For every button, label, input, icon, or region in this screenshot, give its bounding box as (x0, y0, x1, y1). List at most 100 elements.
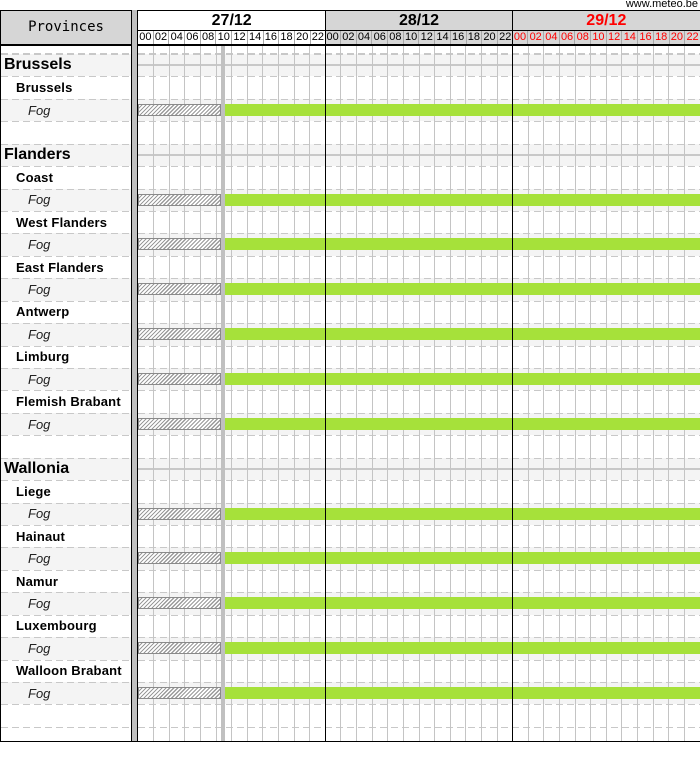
grid-line (605, 46, 607, 741)
past-period-bar[interactable] (138, 687, 222, 700)
hazard-row[interactable]: Fog (1, 188, 131, 211)
grid-line (449, 46, 451, 741)
day-header-27-12[interactable]: 27/12 (138, 11, 326, 30)
hour-label: 02 (528, 31, 545, 44)
province-label: Antwerp (16, 304, 70, 320)
day-divider (324, 10, 326, 741)
province-row[interactable]: Hainaut (1, 525, 131, 547)
region-row[interactable]: Wallonia (1, 457, 131, 481)
fog-forecast-bar[interactable] (225, 552, 700, 565)
site-credit[interactable]: www.meteo.be (626, 0, 698, 10)
hazard-row[interactable]: Fog (1, 592, 131, 615)
province-label: Liege (16, 483, 51, 499)
region-label: Wallonia (4, 459, 70, 477)
hazard-label: Fog (28, 237, 51, 253)
fog-forecast-bar[interactable] (225, 103, 700, 116)
grid-line (246, 46, 248, 741)
day-header-28-12[interactable]: 28/12 (325, 11, 513, 30)
past-period-bar[interactable] (138, 507, 222, 520)
hour-label: 02 (341, 31, 357, 44)
grid-line (652, 46, 654, 741)
hour-label: 20 (482, 31, 498, 44)
fog-forecast-bar[interactable] (225, 642, 700, 655)
province-row[interactable]: Namur (1, 569, 131, 592)
hazard-row[interactable]: Fog (1, 323, 131, 346)
hazard-row[interactable]: Fog (1, 412, 131, 436)
province-label: Brussels (16, 80, 73, 96)
hour-label: 16 (638, 31, 654, 44)
fog-forecast-bar[interactable] (225, 373, 700, 386)
province-row[interactable]: Coast (1, 166, 131, 188)
hour-label: 02 (154, 31, 170, 44)
province-row[interactable]: West Flanders (1, 211, 131, 233)
hour-label: 22 (686, 31, 699, 43)
hour-label: 06 (372, 31, 389, 44)
blank-row (1, 121, 131, 143)
province-row[interactable]: Liege (1, 480, 131, 502)
province-row[interactable]: Antwerp (1, 300, 131, 323)
hazard-label: Fog (28, 282, 51, 297)
fog-forecast-bar[interactable] (225, 507, 700, 520)
hazard-row[interactable]: Fog (1, 368, 131, 391)
past-period-bar[interactable] (138, 417, 222, 430)
province-row[interactable]: Flemish Brabant (1, 390, 131, 412)
table-bottom-border (0, 741, 700, 742)
province-row[interactable]: Limburg (1, 345, 131, 368)
provinces-header: Provinces (0, 10, 132, 46)
region-row[interactable]: Flanders (1, 143, 131, 167)
province-row[interactable]: Brussels (1, 76, 131, 98)
hazard-row[interactable]: Fog (1, 278, 131, 301)
hour-row-28-12: 00 02 04 06 08 10 12 14 16 18 20 22 (325, 30, 513, 44)
grid-line (434, 46, 436, 741)
province-label: West Flanders (16, 214, 108, 230)
hazard-label: Fog (28, 326, 51, 342)
past-period-bar[interactable] (138, 103, 222, 116)
fog-forecast-bar[interactable] (225, 328, 700, 341)
hour-row-27-12: 00 02 04 06 08 10 12 14 16 18 20 22 (138, 30, 326, 44)
hour-label: 14 (435, 31, 451, 44)
fog-forecast-bar[interactable] (225, 597, 700, 610)
hazard-label: Fog (28, 416, 51, 432)
hazard-label: Fog (28, 192, 51, 208)
fog-forecast-bar[interactable] (225, 238, 700, 251)
hazard-row[interactable]: Fog (1, 233, 131, 256)
grid-line (465, 46, 467, 741)
past-period-bar[interactable] (138, 283, 222, 296)
past-period-bar[interactable] (138, 597, 222, 610)
fog-forecast-bar[interactable] (225, 417, 700, 430)
hour-label: 18 (654, 31, 670, 44)
grid-line (574, 46, 576, 741)
grid-line (402, 46, 404, 741)
hour-label: 10 (404, 31, 420, 44)
grid-line (293, 46, 295, 741)
hazard-row[interactable]: Fog (1, 547, 131, 570)
hazard-row[interactable]: Fog (1, 637, 131, 660)
grid-line (371, 46, 373, 741)
province-row[interactable]: Walloon Brabant (1, 659, 131, 682)
past-period-bar[interactable] (138, 328, 222, 341)
grid-line (231, 46, 233, 741)
province-row[interactable]: Luxembourg (1, 614, 131, 637)
fog-forecast-bar[interactable] (225, 283, 700, 296)
hazard-row[interactable]: Fog (1, 682, 131, 705)
hazard-row[interactable]: Fog (1, 502, 131, 526)
past-period-bar[interactable] (138, 238, 222, 251)
province-row[interactable]: East Flanders (1, 255, 131, 278)
region-row[interactable]: Brussels (1, 54, 131, 77)
grid-line (262, 46, 264, 741)
province-label: Luxembourg (16, 618, 97, 634)
hour-label: 12 (419, 31, 436, 44)
day-header-29-12[interactable]: 29/12 (512, 11, 700, 30)
past-period-bar[interactable] (138, 373, 222, 386)
blank-row (1, 726, 131, 741)
hour-label: 22 (499, 31, 512, 43)
grid-line (668, 46, 670, 741)
hazard-row[interactable]: Fog (1, 98, 131, 122)
past-period-bar[interactable] (138, 193, 222, 206)
fog-forecast-bar[interactable] (225, 193, 700, 206)
hour-label: 00 (138, 31, 154, 44)
fog-forecast-bar[interactable] (225, 687, 700, 700)
past-period-bar[interactable] (138, 552, 222, 565)
past-period-bar[interactable] (138, 642, 222, 655)
grid-line (278, 46, 279, 741)
